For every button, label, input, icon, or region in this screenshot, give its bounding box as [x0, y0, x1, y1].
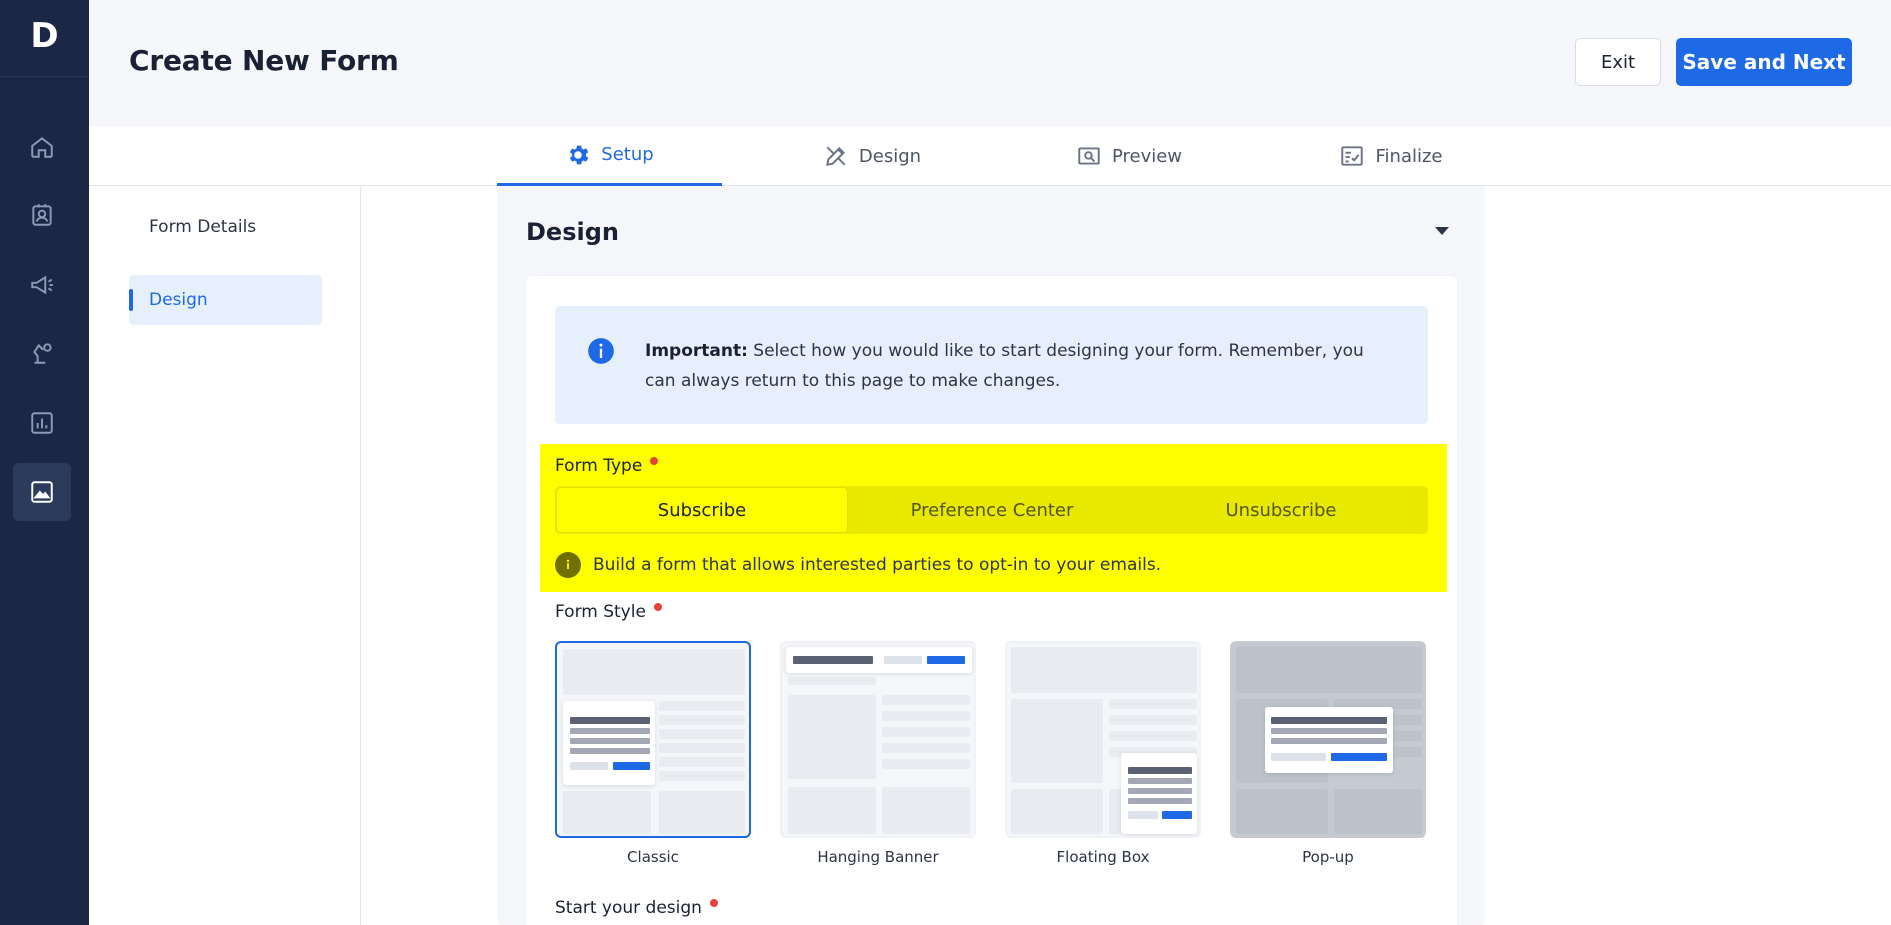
finalize-checklist-icon [1341, 146, 1364, 166]
hanging-banner-thumbnail [780, 641, 976, 838]
form-type-preference-center[interactable]: Preference Center [847, 488, 1137, 532]
tab-label: Design [858, 145, 922, 167]
gear-icon [570, 145, 589, 164]
logo-letter: D [30, 16, 59, 56]
contacts-icon [32, 204, 52, 226]
form-type-hint: Build a form that allows interested part… [555, 552, 1161, 578]
collapse-caret-icon[interactable] [1435, 227, 1449, 235]
start-design-label: Start your design [555, 898, 718, 918]
tab-label: Finalize [1375, 145, 1443, 167]
tab-label: Preview [1111, 145, 1183, 167]
reports-icon [31, 412, 53, 434]
alert-body: Select how you would like to start desig… [645, 341, 1364, 391]
design-card: Important: Select how you would like to … [526, 276, 1457, 925]
form-type-label: Form Type [555, 456, 659, 476]
tab-preview[interactable]: Preview [1049, 126, 1209, 186]
nav-home[interactable] [13, 118, 71, 176]
info-icon [588, 338, 614, 364]
required-indicator [650, 457, 659, 465]
start-design-label-text: Start your design [555, 898, 702, 918]
save-and-next-button[interactable]: Save and Next [1676, 38, 1852, 86]
style-option-hanging-banner[interactable]: Hanging Banner [780, 641, 976, 866]
nav-reports[interactable] [13, 394, 71, 452]
nav-campaigns[interactable] [13, 256, 71, 314]
alert-bold: Important: [645, 341, 748, 361]
tab-setup[interactable]: Setup [497, 126, 722, 186]
form-style-label: Form Style [555, 602, 662, 622]
exit-button[interactable]: Exit [1575, 38, 1661, 86]
style-option-floating-box[interactable]: Floating Box [1005, 641, 1201, 866]
nav-contacts[interactable] [13, 186, 71, 244]
nav-automation[interactable] [13, 324, 71, 382]
wizard-tabs: Setup Design Preview Finalize [89, 126, 1891, 186]
forms-icon [31, 481, 53, 503]
important-alert: Important: Select how you would like to … [555, 306, 1428, 424]
style-caption: Floating Box [1056, 848, 1150, 866]
page-header: Create New Form Exit Save and Next [89, 0, 1891, 126]
form-type-label-text: Form Type [555, 456, 643, 476]
pop-up-thumbnail [1230, 641, 1426, 838]
automation-icon [33, 343, 52, 364]
subnav-item-design[interactable]: Design [129, 275, 322, 325]
campaigns-icon [31, 275, 53, 295]
nav-forms[interactable] [13, 463, 71, 521]
section-title: Design [526, 218, 619, 246]
hint-text: Build a form that allows interested part… [593, 555, 1162, 575]
form-type-unsubscribe[interactable]: Unsubscribe [1136, 488, 1426, 532]
tab-design[interactable]: Design [797, 126, 947, 186]
style-option-pop-up[interactable]: Pop-up [1230, 641, 1426, 866]
subnav-item-form-details[interactable]: Form Details [129, 202, 322, 252]
floating-box-thumbnail [1005, 641, 1201, 838]
required-indicator [709, 899, 718, 907]
home-icon [31, 137, 53, 158]
style-option-classic[interactable]: Classic [555, 641, 751, 866]
setup-subnav: Form Details Design [89, 186, 361, 925]
tab-label: Setup [601, 144, 654, 165]
classic-thumbnail [555, 641, 751, 838]
info-icon [555, 552, 581, 578]
required-indicator [653, 603, 662, 611]
sidebar: D [0, 0, 89, 925]
app-logo[interactable]: D [0, 0, 89, 77]
design-tools-icon [826, 146, 846, 166]
alert-message: Important: Select how you would like to … [645, 336, 1385, 396]
design-section: Design Important: Select how you would l… [497, 186, 1485, 925]
page-title: Create New Form [129, 44, 399, 77]
style-caption: Classic [627, 848, 679, 866]
style-caption: Pop-up [1302, 848, 1354, 866]
preview-icon [1078, 147, 1100, 165]
tab-finalize[interactable]: Finalize [1311, 126, 1471, 186]
form-style-label-text: Form Style [555, 602, 646, 622]
main-content: Design Important: Select how you would l… [361, 186, 1891, 925]
form-type-selector: Subscribe Preference Center Unsubscribe [555, 486, 1428, 534]
form-type-group: Form Type Subscribe Preference Center Un… [540, 444, 1447, 592]
style-caption: Hanging Banner [817, 848, 939, 866]
form-type-subscribe[interactable]: Subscribe [557, 488, 847, 532]
